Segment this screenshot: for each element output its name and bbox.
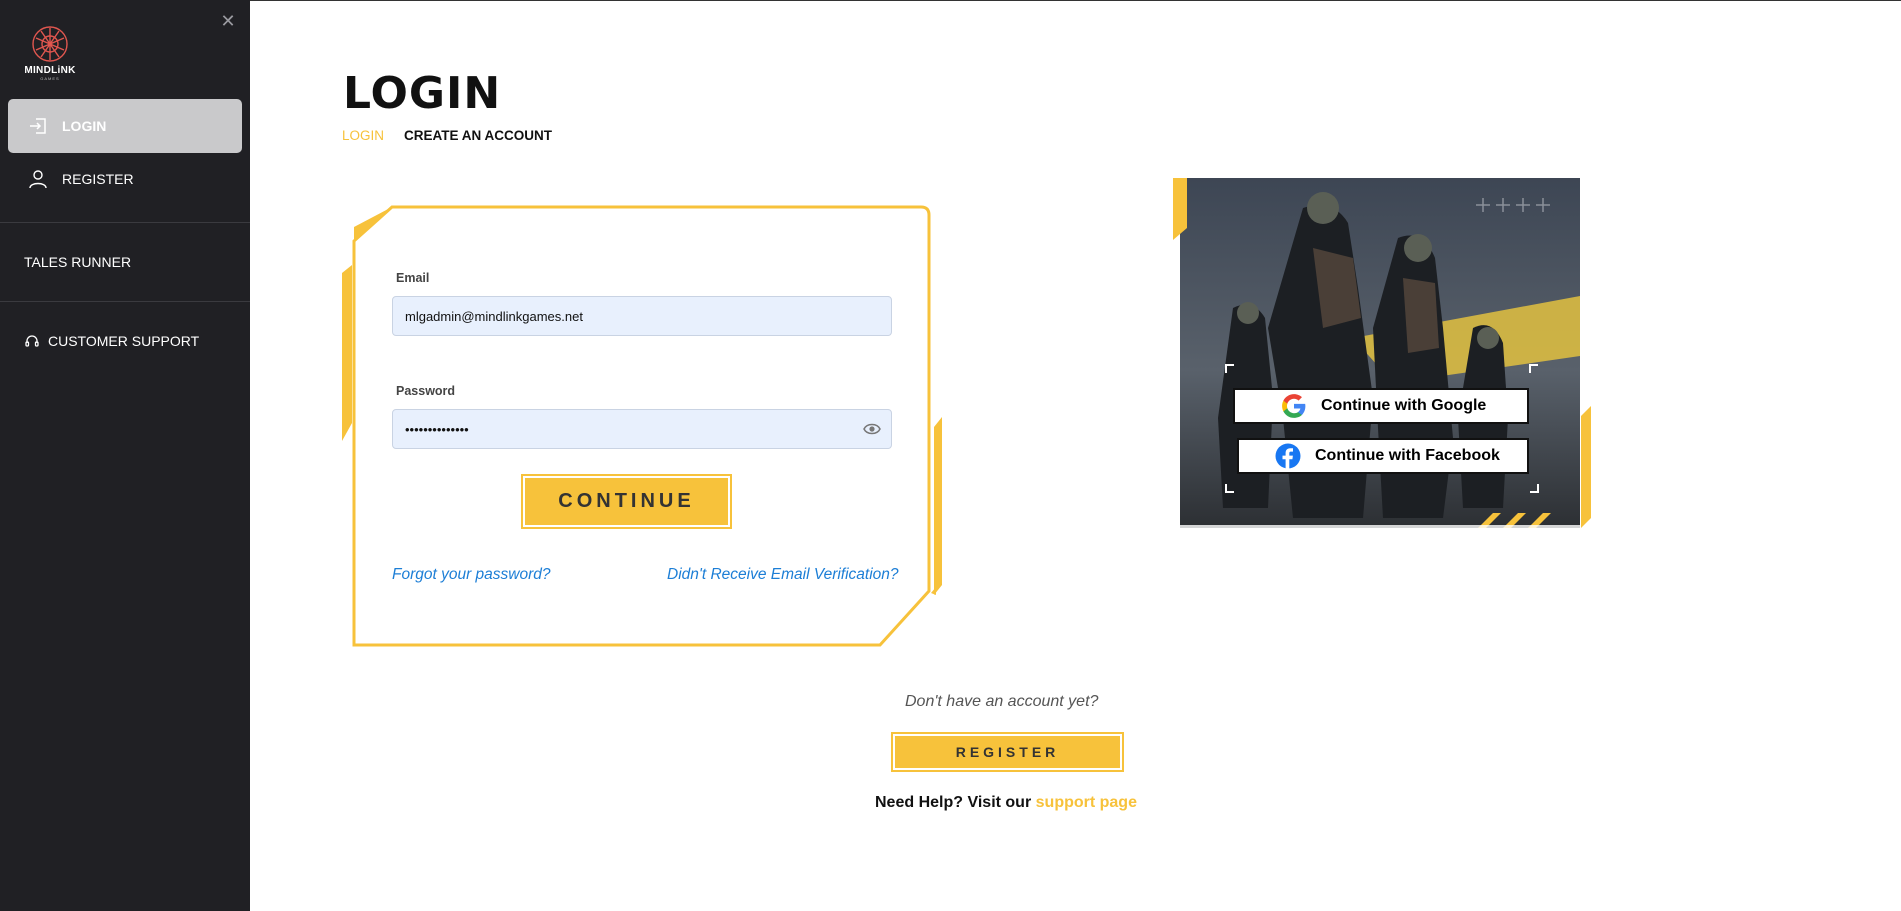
continue-with-facebook-button[interactable]: Continue with Facebook <box>1237 438 1529 474</box>
top-border <box>250 0 1901 1</box>
brand-sub: GAMES <box>40 76 60 81</box>
brand-logo[interactable]: MINDLiNK GAMES <box>22 24 78 84</box>
sidebar-item-login[interactable]: LOGIN <box>8 99 242 153</box>
close-sidebar-icon[interactable]: ✕ <box>220 12 236 30</box>
brand-name: MINDLiNK <box>24 65 76 76</box>
support-page-link[interactable]: support page <box>1036 794 1137 811</box>
email-field[interactable]: mlgadmin@mindlinkgames.net <box>392 296 892 336</box>
sidebar-divider <box>0 222 250 223</box>
auth-tabs: LOGIN CREATE AN ACCOUNT <box>342 128 552 143</box>
headset-icon <box>24 333 40 349</box>
user-icon <box>28 169 48 189</box>
google-icon <box>1282 394 1306 418</box>
register-button[interactable]: REGISTER <box>891 732 1124 772</box>
tab-login[interactable]: LOGIN <box>342 128 384 143</box>
social-login-panel: Continue with Google Continue with Faceb… <box>1173 178 1591 528</box>
sidebar: MINDLiNK GAMES ✕ LOGIN REGISTER TALES RU… <box>0 0 250 911</box>
password-label: Password <box>396 384 456 398</box>
sidebar-item-label: LOGIN <box>62 118 107 134</box>
page-title: LOGIN <box>343 68 502 119</box>
email-value: mlgadmin@mindlinkgames.net <box>405 308 583 324</box>
sidebar-item-tales-runner[interactable]: TALES RUNNER <box>24 254 131 270</box>
brain-logo-icon <box>32 26 68 62</box>
continue-with-google-button[interactable]: Continue with Google <box>1233 388 1529 424</box>
email-label: Email <box>396 271 430 285</box>
email-verification-link[interactable]: Didn't Receive Email Verification? <box>667 566 899 584</box>
google-button-label: Continue with Google <box>1321 397 1487 414</box>
sidebar-item-label: CUSTOMER SUPPORT <box>48 333 200 349</box>
help-text: Need Help? Visit our support page <box>875 794 1137 812</box>
sidebar-divider <box>0 301 250 302</box>
sidebar-item-label: TALES RUNNER <box>24 254 132 270</box>
tab-create-account[interactable]: CREATE AN ACCOUNT <box>404 128 552 143</box>
login-icon <box>28 116 48 136</box>
help-prefix: Need Help? Visit our <box>875 794 1032 811</box>
password-field[interactable]: •••••••••••••• <box>392 409 892 449</box>
register-button-label: REGISTER <box>895 736 1120 768</box>
show-password-eye-icon[interactable] <box>863 422 881 436</box>
sidebar-item-label: REGISTER <box>62 171 134 187</box>
password-value: •••••••••••••• <box>405 421 469 437</box>
forgot-password-link[interactable]: Forgot your password? <box>392 566 551 584</box>
soldiers-artwork <box>1173 178 1591 528</box>
sidebar-item-register[interactable]: REGISTER <box>8 152 242 206</box>
continue-button-label: CONTINUE <box>525 478 728 525</box>
facebook-button-label: Continue with Facebook <box>1315 447 1500 464</box>
facebook-icon <box>1275 443 1301 469</box>
no-account-text: Don't have an account yet? <box>905 693 1099 710</box>
sidebar-item-customer-support[interactable]: CUSTOMER SUPPORT <box>24 333 199 349</box>
continue-button[interactable]: CONTINUE <box>521 474 732 529</box>
